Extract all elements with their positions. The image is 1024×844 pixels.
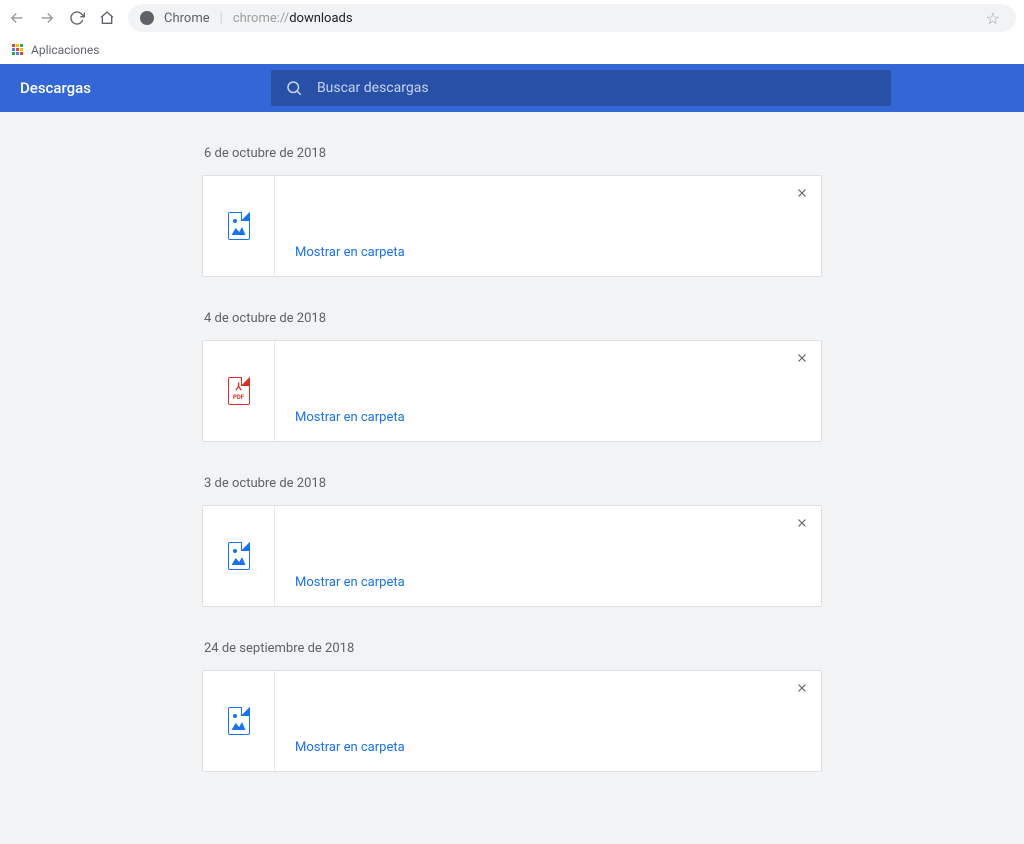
search-icon <box>285 79 303 97</box>
page-title: Descargas <box>20 79 91 97</box>
card-body: Mostrar en carpeta <box>275 671 821 771</box>
bookmarks-bar: Aplicaciones <box>0 36 1024 64</box>
remove-download-button[interactable] <box>795 351 809 365</box>
group-date: 3 de octubre de 2018 <box>202 470 822 505</box>
pdf-file-icon: ⅄ <box>228 377 250 405</box>
group-date: 6 de octubre de 2018 <box>202 140 822 175</box>
browser-toolbar: Chrome | chrome://downloads ☆ <box>0 0 1024 36</box>
download-group: 24 de septiembre de 2018 Mostrar en carp… <box>202 635 822 772</box>
download-group: 4 de octubre de 2018 ⅄ Mostrar en carpet… <box>202 305 822 442</box>
address-bar[interactable]: Chrome | chrome://downloads ☆ <box>128 4 1016 32</box>
back-button[interactable] <box>8 9 26 27</box>
apps-icon[interactable] <box>12 44 23 55</box>
file-icon-container: ⅄ <box>203 341 275 441</box>
show-in-folder-link[interactable]: Mostrar en carpeta <box>295 740 801 755</box>
image-file-icon <box>228 542 250 570</box>
download-group: 6 de octubre de 2018 Mostrar en carpeta <box>202 140 822 277</box>
image-file-icon <box>228 212 250 240</box>
download-card: Mostrar en carpeta <box>202 175 822 277</box>
card-body: Mostrar en carpeta <box>275 176 821 276</box>
card-body: Mostrar en carpeta <box>275 341 821 441</box>
file-icon-container <box>203 176 275 276</box>
download-card: ⅄ Mostrar en carpeta <box>202 340 822 442</box>
file-icon-container <box>203 671 275 771</box>
show-in-folder-link[interactable]: Mostrar en carpeta <box>295 410 801 425</box>
home-button[interactable] <box>98 9 116 27</box>
address-url: chrome://downloads <box>233 11 353 26</box>
group-date: 24 de septiembre de 2018 <box>202 635 822 670</box>
apps-label[interactable]: Aplicaciones <box>31 43 99 57</box>
show-in-folder-link[interactable]: Mostrar en carpeta <box>295 575 801 590</box>
bookmark-star-icon[interactable]: ☆ <box>986 9 1004 28</box>
remove-download-button[interactable] <box>795 516 809 530</box>
downloads-content: 6 de octubre de 2018 Mostrar en carpeta … <box>0 112 1024 844</box>
address-separator: | <box>220 11 223 26</box>
file-icon-container <box>203 506 275 606</box>
show-in-folder-link[interactable]: Mostrar en carpeta <box>295 245 801 260</box>
downloads-header: Descargas <box>0 64 1024 112</box>
address-origin-label: Chrome <box>164 11 210 26</box>
search-input[interactable] <box>317 80 877 96</box>
image-file-icon <box>228 707 250 735</box>
card-body: Mostrar en carpeta <box>275 506 821 606</box>
reload-button[interactable] <box>68 9 86 27</box>
download-group: 3 de octubre de 2018 Mostrar en carpeta <box>202 470 822 607</box>
group-date: 4 de octubre de 2018 <box>202 305 822 340</box>
download-card: Mostrar en carpeta <box>202 505 822 607</box>
forward-button[interactable] <box>38 9 56 27</box>
search-container <box>271 70 891 106</box>
chrome-icon <box>140 11 154 25</box>
remove-download-button[interactable] <box>795 681 809 695</box>
download-card: Mostrar en carpeta <box>202 670 822 772</box>
remove-download-button[interactable] <box>795 186 809 200</box>
